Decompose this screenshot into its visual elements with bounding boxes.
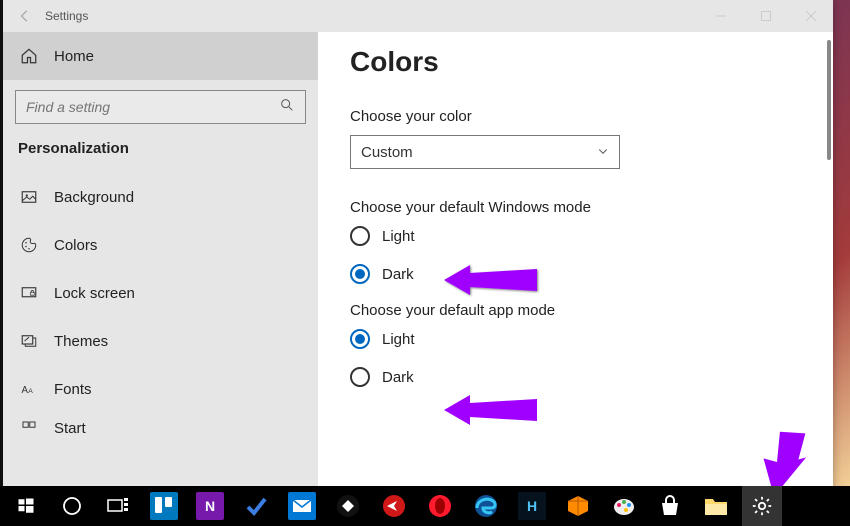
taskbar: N H bbox=[0, 486, 850, 526]
radio-label: Dark bbox=[382, 369, 414, 386]
taskbar-start[interactable] bbox=[6, 486, 46, 526]
search-icon bbox=[279, 97, 295, 118]
taskbar-app-h[interactable]: H bbox=[512, 486, 552, 526]
app-mode-dark-option[interactable]: Dark bbox=[350, 367, 833, 387]
sidebar-item-home[interactable]: Home bbox=[3, 32, 318, 80]
taskbar-app-onenote[interactable]: N bbox=[190, 486, 230, 526]
close-button[interactable] bbox=[788, 0, 833, 32]
home-icon bbox=[18, 47, 40, 65]
back-button[interactable] bbox=[11, 2, 39, 30]
settings-window: Settings Home Personal bbox=[3, 0, 833, 486]
taskbar-app-explorer[interactable] bbox=[696, 486, 736, 526]
picture-icon bbox=[18, 188, 40, 206]
app-mode-light-option[interactable]: Light bbox=[350, 329, 833, 349]
sidebar-item-lockscreen[interactable]: Lock screen bbox=[3, 269, 318, 317]
taskbar-app-mail[interactable] bbox=[282, 486, 322, 526]
sidebar-item-background[interactable]: Background bbox=[3, 173, 318, 221]
themes-icon bbox=[18, 332, 40, 350]
taskbar-app-clip[interactable] bbox=[328, 486, 368, 526]
taskbar-app-store[interactable] bbox=[650, 486, 690, 526]
radio-icon bbox=[350, 329, 370, 349]
titlebar: Settings bbox=[3, 0, 833, 32]
home-label: Home bbox=[54, 48, 94, 65]
maximize-button[interactable] bbox=[743, 0, 788, 32]
taskbar-app-settings[interactable] bbox=[742, 486, 782, 526]
sidebar-item-label: Fonts bbox=[54, 381, 92, 398]
sidebar-item-label: Start bbox=[54, 420, 86, 437]
scrollbar[interactable] bbox=[827, 40, 831, 160]
sidebar-item-themes[interactable]: Themes bbox=[3, 317, 318, 365]
radio-label: Light bbox=[382, 331, 415, 348]
content-pane: Colors Choose your color Custom Choose y… bbox=[318, 32, 833, 486]
sidebar: Home Personalization Background C bbox=[3, 32, 318, 486]
taskbar-app-direct[interactable] bbox=[374, 486, 414, 526]
taskbar-app-opera[interactable] bbox=[420, 486, 460, 526]
fonts-icon: AA bbox=[18, 380, 40, 398]
palette-icon bbox=[18, 236, 40, 254]
sidebar-item-label: Themes bbox=[54, 333, 108, 350]
color-mode-value: Custom bbox=[361, 144, 413, 161]
windows-mode-label: Choose your default Windows mode bbox=[350, 199, 833, 216]
color-mode-dropdown[interactable]: Custom bbox=[350, 135, 620, 169]
svg-text:A: A bbox=[22, 385, 29, 396]
radio-icon bbox=[350, 367, 370, 387]
section-header: Personalization bbox=[3, 130, 318, 173]
radio-label: Light bbox=[382, 228, 415, 245]
radio-label: Dark bbox=[382, 266, 414, 283]
search-input[interactable] bbox=[15, 90, 306, 124]
taskbar-cortana[interactable] bbox=[52, 486, 92, 526]
svg-text:A: A bbox=[28, 388, 33, 395]
minimize-button[interactable] bbox=[698, 0, 743, 32]
sidebar-item-fonts[interactable]: AA Fonts bbox=[3, 365, 318, 413]
lock-screen-icon bbox=[18, 284, 40, 302]
sidebar-item-start[interactable]: Start bbox=[3, 413, 318, 443]
chevron-down-icon bbox=[597, 144, 609, 161]
windows-mode-light-option[interactable]: Light bbox=[350, 226, 833, 246]
radio-icon bbox=[350, 264, 370, 284]
start-icon bbox=[18, 419, 40, 437]
search-field[interactable] bbox=[26, 99, 279, 115]
windows-mode-dark-option[interactable]: Dark bbox=[350, 264, 833, 284]
sidebar-item-label: Background bbox=[54, 189, 134, 206]
app-mode-label: Choose your default app mode bbox=[350, 302, 833, 319]
taskbar-app-trello[interactable] bbox=[144, 486, 184, 526]
taskbar-taskview[interactable] bbox=[98, 486, 138, 526]
sidebar-item-label: Lock screen bbox=[54, 285, 135, 302]
sidebar-item-colors[interactable]: Colors bbox=[3, 221, 318, 269]
color-mode-label: Choose your color bbox=[350, 108, 833, 125]
window-title: Settings bbox=[45, 9, 88, 23]
page-title: Colors bbox=[350, 46, 833, 78]
taskbar-app-3d[interactable] bbox=[558, 486, 598, 526]
taskbar-app-paint[interactable] bbox=[604, 486, 644, 526]
taskbar-app-todo[interactable] bbox=[236, 486, 276, 526]
sidebar-item-label: Colors bbox=[54, 237, 97, 254]
radio-icon bbox=[350, 226, 370, 246]
taskbar-app-edge[interactable] bbox=[466, 486, 506, 526]
